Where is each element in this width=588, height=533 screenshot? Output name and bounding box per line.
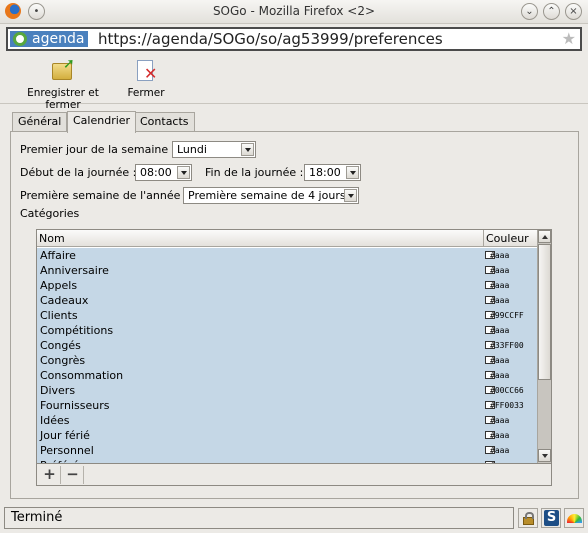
- status-text: Terminé: [4, 507, 514, 529]
- calendar-panel: Premier jour de la semaine : Lundi Début…: [10, 131, 579, 499]
- category-row[interactable]: Compétitions #aaa: [37, 323, 537, 338]
- category-name: Affaire: [40, 249, 76, 262]
- url-bar[interactable]: agenda https://agenda/SOGo/so/ag53999/pr…: [6, 27, 582, 51]
- category-row[interactable]: Personnel #aaa: [37, 443, 537, 458]
- category-name: Compétitions: [40, 324, 114, 337]
- first-week-select[interactable]: Première semaine de 4 jours: [183, 187, 359, 204]
- category-row[interactable]: Cadeaux #aaa: [37, 293, 537, 308]
- column-header-color[interactable]: Couleur: [486, 232, 529, 245]
- close-window-icon[interactable]: ×: [565, 3, 582, 20]
- category-name: Consommation: [40, 369, 124, 382]
- close-button[interactable]: ✕ Fermer: [124, 58, 168, 99]
- category-name: Divers: [40, 384, 76, 397]
- day-end-select[interactable]: 18:00: [304, 164, 361, 181]
- add-category-button[interactable]: +: [39, 466, 61, 484]
- day-start-label: Début de la journée :: [20, 166, 137, 179]
- site-identity[interactable]: agenda: [10, 31, 89, 47]
- category-color: #aaa: [490, 431, 510, 440]
- column-header-name[interactable]: Nom: [39, 232, 65, 245]
- category-name: Jour férié: [40, 429, 90, 442]
- category-color: #aaa: [490, 326, 510, 335]
- category-color: #aaa: [490, 281, 510, 290]
- chevron-down-icon: [241, 143, 254, 156]
- scroll-up-icon[interactable]: [538, 230, 551, 243]
- category-name: Congrès: [40, 354, 86, 367]
- categories-label: Catégories: [20, 207, 80, 220]
- category-color: #aaa: [490, 446, 510, 455]
- chevron-down-icon: [177, 166, 190, 179]
- category-color: #aaa: [490, 356, 510, 365]
- category-color: #aaa: [490, 416, 510, 425]
- category-color: #aaa: [490, 266, 510, 275]
- day-end-value: 18:00: [309, 166, 341, 179]
- status-bar: Terminé S: [4, 507, 584, 529]
- site-identity-icon: [13, 32, 27, 46]
- chevron-down-icon: [344, 189, 357, 202]
- categories-rows: Affaire #aaa Anniversaire #aaa Appels #aaa Cad…: [37, 248, 537, 463]
- first-day-label: Premier jour de la semaine :: [20, 143, 176, 156]
- category-color: #FF0033: [490, 401, 524, 410]
- remove-category-button[interactable]: −: [62, 466, 84, 484]
- categories-actions: + −: [36, 464, 552, 486]
- window-titlebar: • SOGo - Mozilla Firefox <2> ⌄ ⌃ ×: [0, 0, 588, 24]
- category-color: #aaa: [490, 296, 510, 305]
- category-name: Anniversaire: [40, 264, 109, 277]
- sogo-connector-icon[interactable]: S: [541, 508, 561, 528]
- category-name: Personnel: [40, 444, 94, 457]
- tab-general[interactable]: Général: [12, 112, 68, 132]
- category-row[interactable]: Idées #aaa: [37, 413, 537, 428]
- category-color: #33FF00: [490, 341, 524, 350]
- tab-calendar[interactable]: Calendrier: [67, 111, 137, 133]
- close-document-icon: ✕: [133, 58, 159, 84]
- category-name: Congés: [40, 339, 81, 352]
- category-name: Cadeaux: [40, 294, 89, 307]
- bookmark-star-icon[interactable]: ★: [562, 29, 576, 48]
- minimize-icon[interactable]: ⌄: [521, 3, 538, 20]
- categories-scrollbar[interactable]: [537, 230, 551, 463]
- category-color: #aaa: [490, 251, 510, 260]
- save-folder-icon: ➚: [50, 56, 76, 84]
- category-row[interactable]: Fournisseurs #FF0033: [37, 398, 537, 413]
- category-color: #99CCFF: [490, 311, 524, 320]
- scrollbar-thumb[interactable]: [538, 244, 551, 380]
- category-row[interactable]: Consommation #aaa: [37, 368, 537, 383]
- category-color: #00CC66: [490, 386, 524, 395]
- category-color: #aaa: [490, 371, 510, 380]
- first-week-value: Première semaine de 4 jours: [188, 189, 346, 202]
- lock-icon[interactable]: [518, 508, 538, 528]
- first-week-label: Première semaine de l'année :: [20, 189, 188, 202]
- category-row[interactable]: Congrès #aaa: [37, 353, 537, 368]
- tab-contacts[interactable]: Contacts: [134, 112, 195, 132]
- category-row[interactable]: Divers #00CC66: [37, 383, 537, 398]
- rainbow-extension-icon[interactable]: [564, 508, 584, 528]
- maximize-icon[interactable]: ⌃: [543, 3, 560, 20]
- category-name: Fournisseurs: [40, 399, 110, 412]
- categories-list-header: Nom Couleur: [37, 230, 537, 247]
- site-identity-label: agenda: [32, 31, 85, 47]
- category-row[interactable]: Congés #33FF00: [37, 338, 537, 353]
- category-name: Appels: [40, 279, 78, 292]
- categories-list: Nom Couleur Affaire #aaa Anniversaire #aaa A…: [36, 229, 552, 464]
- first-day-value: Lundi: [177, 143, 207, 156]
- category-row[interactable]: Anniversaire #aaa: [37, 263, 537, 278]
- close-label: Fermer: [127, 87, 165, 99]
- category-row[interactable]: Jour férié #aaa: [37, 428, 537, 443]
- category-row[interactable]: Affaire #aaa: [37, 248, 537, 263]
- scroll-down-icon[interactable]: [538, 449, 551, 462]
- day-start-select[interactable]: 08:00: [135, 164, 192, 181]
- day-start-value: 08:00: [140, 166, 172, 179]
- url-text[interactable]: https://agenda/SOGo/so/ag53999/preferenc…: [98, 30, 443, 48]
- category-name: Idées: [40, 414, 70, 427]
- category-name: Clients: [40, 309, 78, 322]
- first-day-select[interactable]: Lundi: [172, 141, 256, 158]
- preferences-toolbar: ➚ Enregistrer et fermer ✕ Fermer: [0, 56, 588, 111]
- category-row[interactable]: Appels #aaa: [37, 278, 537, 293]
- day-end-label: Fin de la journée :: [205, 166, 304, 179]
- save-and-close-label: Enregistrer et fermer: [27, 87, 99, 111]
- category-row[interactable]: Clients #99CCFF: [37, 308, 537, 323]
- window-title: SOGo - Mozilla Firefox <2>: [212, 4, 376, 18]
- save-and-close-button[interactable]: ➚ Enregistrer et fermer: [8, 56, 118, 111]
- chevron-down-icon: [346, 166, 359, 179]
